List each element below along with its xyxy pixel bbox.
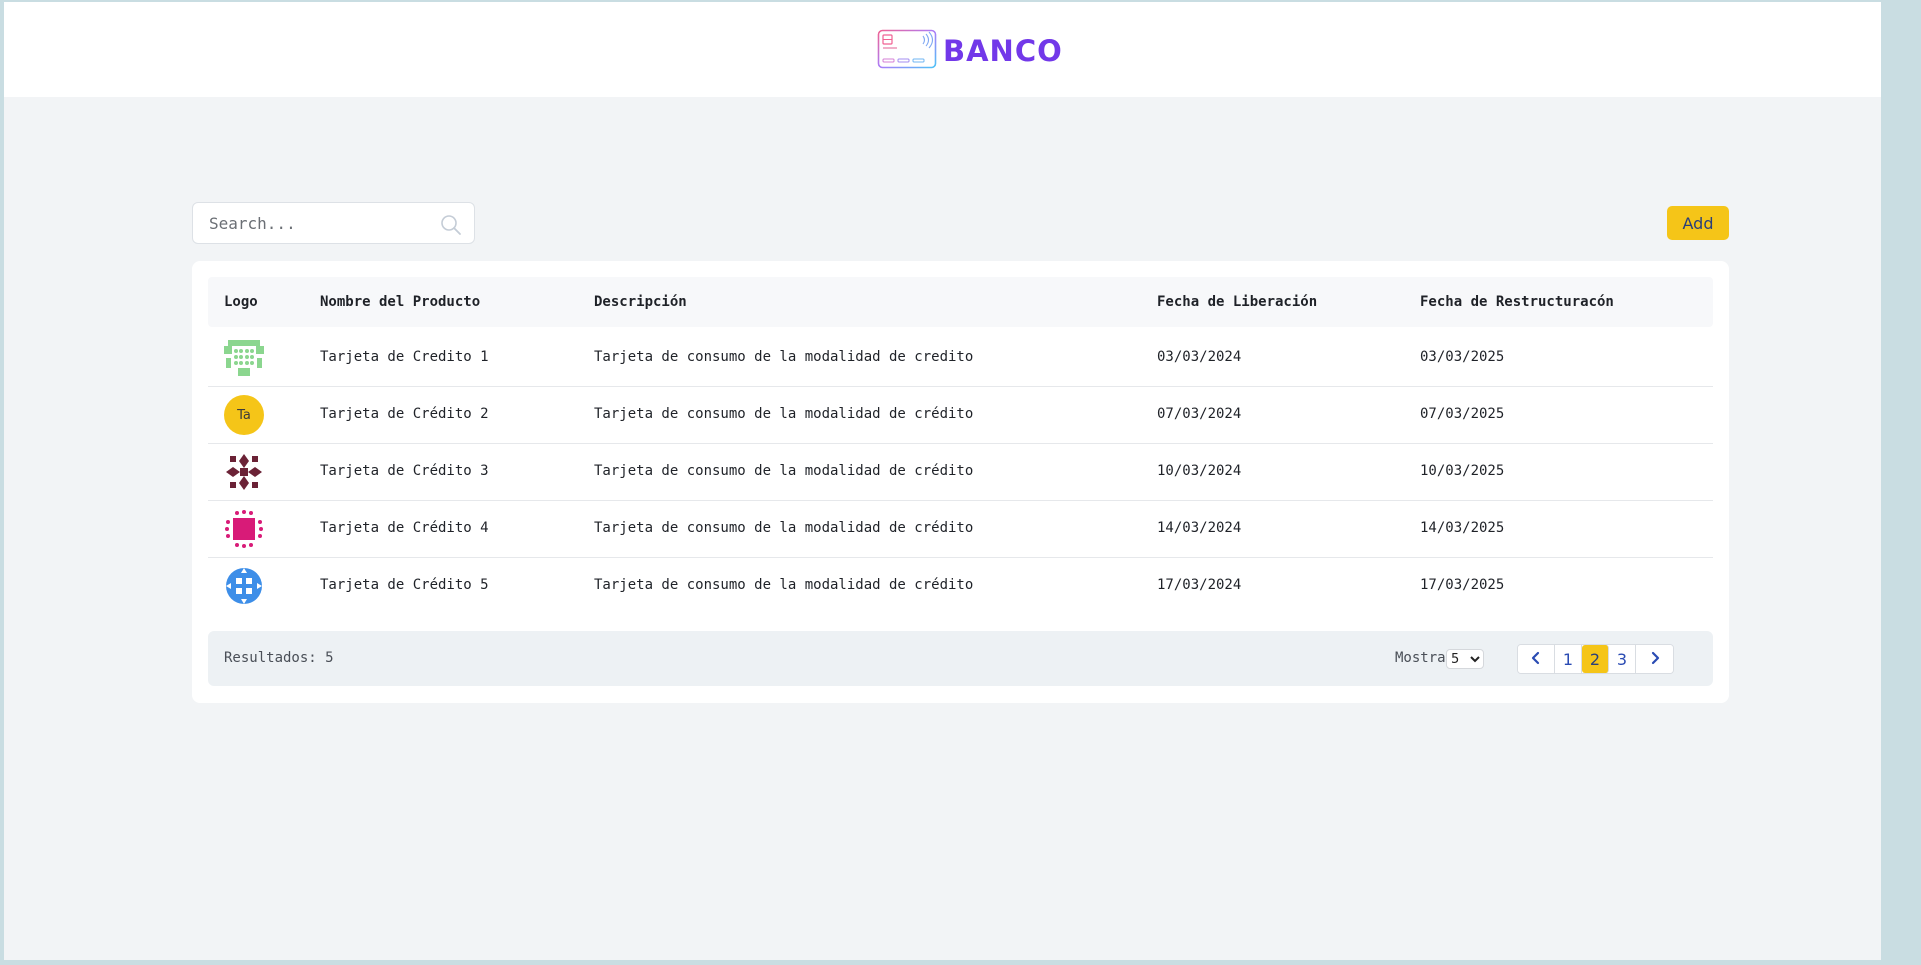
column-header-name[interactable]: Nombre del Producto xyxy=(320,294,480,310)
release-date: 17/03/2024 xyxy=(1157,577,1242,593)
prev-page-button[interactable] xyxy=(1518,645,1555,673)
top-header: BANCO xyxy=(4,2,1881,97)
product-name: Tarjeta de Crédito 4 xyxy=(320,520,489,536)
product-name: Tarjeta de Credito 1 xyxy=(320,349,489,365)
pink-pattern-icon xyxy=(224,509,264,549)
release-date: 07/03/2024 xyxy=(1157,406,1242,422)
search-box[interactable] xyxy=(192,202,475,244)
table-row[interactable]: Tarjeta de Crédito 4 Tarjeta de consumo … xyxy=(208,501,1713,558)
page-button-2[interactable]: 2 xyxy=(1582,645,1609,673)
results-count: Resultados: 5 xyxy=(224,650,334,666)
release-date: 03/03/2024 xyxy=(1157,349,1242,365)
green-pattern-icon xyxy=(224,338,264,378)
add-button[interactable]: Add xyxy=(1667,206,1729,240)
product-description: Tarjeta de consumo de la modalidad de cr… xyxy=(594,577,974,593)
chevron-left-icon xyxy=(1531,650,1541,669)
product-name: Tarjeta de Crédito 5 xyxy=(320,577,489,593)
product-description: Tarjeta de consumo de la modalidad de cr… xyxy=(594,406,974,422)
table-row[interactable]: Tarjeta de Crédito 3 Tarjeta de consumo … xyxy=(208,444,1713,501)
release-date: 10/03/2024 xyxy=(1157,463,1242,479)
pagination: 1 2 3 xyxy=(1517,644,1674,674)
product-description: Tarjeta de consumo de la modalidad de cr… xyxy=(594,349,974,365)
restructure-date: 10/03/2025 xyxy=(1420,463,1505,479)
brand-logo[interactable]: BANCO xyxy=(877,29,1063,73)
product-name: Tarjeta de Crédito 2 xyxy=(320,406,489,422)
chevron-right-icon xyxy=(1650,650,1660,669)
restructure-date: 17/03/2025 xyxy=(1420,577,1505,593)
column-header-restructure-date[interactable]: Fecha de Restructuracón xyxy=(1420,294,1614,310)
column-header-release-date[interactable]: Fecha de Liberación xyxy=(1157,294,1317,310)
release-date: 14/03/2024 xyxy=(1157,520,1242,536)
table-row[interactable]: Tarjeta de Credito 1 Tarjeta de consumo … xyxy=(208,330,1713,387)
products-card: Logo Nombre del Producto Descripción Fec… xyxy=(192,261,1729,703)
avatar: Ta xyxy=(224,395,264,435)
table-footer: Resultados: 5 Mostrar: 5 1 2 3 xyxy=(208,631,1713,686)
table-row[interactable]: Ta Tarjeta de Crédito 2 Tarjeta de consu… xyxy=(208,387,1713,444)
table-row[interactable]: Tarjeta de Crédito 5 Tarjeta de consumo … xyxy=(208,558,1713,615)
maroon-pattern-icon xyxy=(224,452,264,492)
next-page-button[interactable] xyxy=(1636,645,1673,673)
product-description: Tarjeta de consumo de la modalidad de cr… xyxy=(594,520,974,536)
credit-card-icon xyxy=(877,29,937,73)
column-header-logo[interactable]: Logo xyxy=(224,294,258,310)
restructure-date: 03/03/2025 xyxy=(1420,349,1505,365)
table-header: Logo Nombre del Producto Descripción Fec… xyxy=(208,277,1713,327)
avatar-initials: Ta xyxy=(224,395,264,435)
app-frame: BANCO Add Logo Nombre del Producto Descr… xyxy=(4,2,1881,960)
product-description: Tarjeta de consumo de la modalidad de cr… xyxy=(594,463,974,479)
search-input[interactable] xyxy=(193,203,474,243)
page-button-3[interactable]: 3 xyxy=(1609,645,1636,673)
search-icon[interactable] xyxy=(440,214,462,240)
blue-pattern-icon xyxy=(224,566,264,606)
restructure-date: 07/03/2025 xyxy=(1420,406,1505,422)
page-button-1[interactable]: 1 xyxy=(1555,645,1582,673)
page-size-select[interactable]: 5 xyxy=(1446,649,1484,669)
brand-name: BANCO xyxy=(943,34,1063,68)
product-name: Tarjeta de Crédito 3 xyxy=(320,463,489,479)
column-header-description[interactable]: Descripción xyxy=(594,294,687,310)
restructure-date: 14/03/2025 xyxy=(1420,520,1505,536)
